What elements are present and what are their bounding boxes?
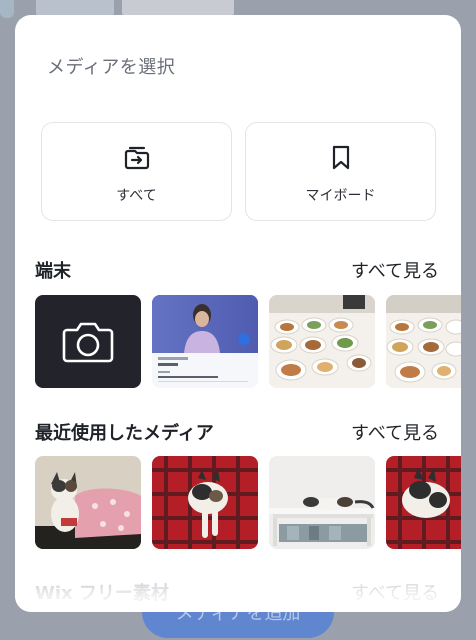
source-card-label: すべて (116, 188, 157, 204)
media-thumbnail-dinner[interactable] (269, 295, 375, 388)
camera-tile[interactable] (35, 295, 141, 388)
see-all-device-link[interactable]: すべて見る (351, 257, 439, 283)
media-thumbnail-cat[interactable] (269, 456, 375, 549)
camera-icon (62, 322, 114, 362)
folder-arrow-icon (123, 145, 151, 171)
sheet-title: メディアを選択 (47, 57, 176, 78)
see-all-wix-free-link[interactable]: すべて見る (351, 579, 439, 605)
source-card-all[interactable]: すべて (41, 122, 232, 221)
section-title-wix-free: Wix フリー素材 (35, 583, 169, 604)
media-picker-sheet: メディアを選択 すべて マイボード 端末 すべて見る 最近使用したメディア すべ… (15, 15, 461, 612)
media-thumbnail-cat[interactable] (386, 456, 461, 549)
source-card-myboard[interactable]: マイボード (245, 122, 436, 221)
background-thumbnail (0, 0, 14, 18)
section-title-device: 端末 (35, 261, 71, 282)
media-thumbnail-cat[interactable] (152, 456, 258, 549)
media-thumbnail-dinner[interactable] (386, 295, 461, 388)
source-card-label: マイボード (305, 188, 376, 204)
media-thumbnail-cat[interactable] (35, 456, 141, 549)
section-title-recent: 最近使用したメディア (35, 423, 214, 444)
see-all-recent-link[interactable]: すべて見る (351, 419, 439, 445)
media-thumbnail-profile[interactable] (152, 295, 258, 388)
bookmark-icon (330, 145, 352, 171)
